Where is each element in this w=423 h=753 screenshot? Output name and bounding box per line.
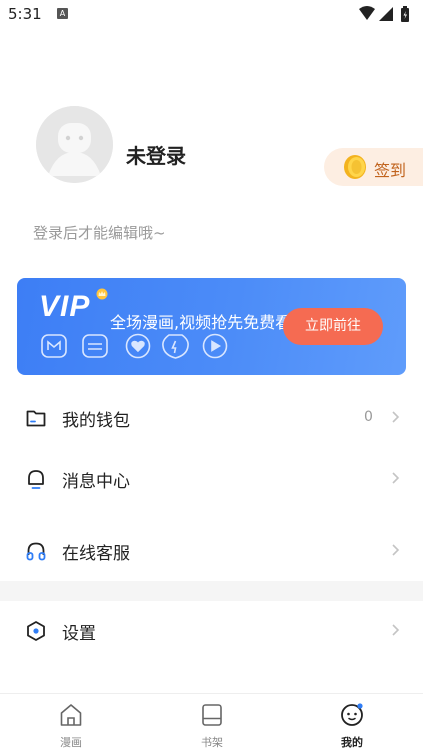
chevron-right-icon [392,624,400,636]
notification-badge: A [57,8,68,19]
vip-go-button[interactable]: 立即前往 [283,308,383,345]
wallet-icon [26,410,46,427]
bookshelf-icon [202,704,222,726]
menu-label: 消息中心 [62,472,130,492]
avatar[interactable] [36,106,113,183]
nav-tab-bookshelf[interactable]: 书架 [172,694,252,753]
headset-icon [26,542,46,561]
menu-label: 设置 [62,624,96,644]
ad-free-benefit-icon [82,334,108,358]
status-icons [359,6,409,22]
vip-logo: VIP [39,290,91,323]
menu-item-messages[interactable]: 消息中心 [0,453,423,505]
chevron-right-icon [392,411,400,423]
bottom-nav: 漫画 书架 我的 [0,693,423,753]
menu-item-support[interactable]: 在线客服 [0,525,423,577]
checkin-button[interactable]: 签到 [324,148,423,186]
vip-benefit-icons [41,333,228,359]
status-bar: 5:31 A [0,0,423,28]
nav-label: 我的 [341,736,363,749]
username[interactable]: 未登录 [126,140,186,169]
nav-tab-mine[interactable]: 我的 [312,694,392,753]
menu-label: 我的钱包 [62,411,130,431]
chevron-right-icon [392,472,400,484]
home-icon [60,704,82,726]
default-avatar-icon [36,106,113,183]
coin-icon [344,155,366,179]
heart-benefit-icon [125,333,151,359]
crown-icon [96,288,108,300]
nav-tab-comics[interactable]: 漫画 [31,694,111,753]
bell-icon [28,470,44,489]
badge-benefit-icon [162,334,189,359]
battery-icon [401,6,409,22]
menu-label: 在线客服 [62,544,130,564]
comic-benefit-icon [41,334,67,358]
menu-item-settings[interactable]: 设置 [0,605,423,657]
menu-item-wallet[interactable]: 我的钱包 0 [0,392,423,444]
wallet-balance: 0 [364,409,373,425]
checkin-label: 签到 [374,161,407,180]
wifi-icon [359,6,375,20]
status-time: 5:31 [8,5,42,23]
settings-icon [27,621,45,641]
nav-label: 书架 [201,736,223,749]
chevron-right-icon [392,544,400,556]
signal-icon [379,7,393,21]
nav-label: 漫画 [60,736,82,749]
section-divider [0,581,423,601]
profile-icon [341,703,363,726]
vip-promo-text: 全场漫画,视频抢先免费看 [110,313,292,332]
profile-bio[interactable]: 登录后才能编辑哦~ [33,222,166,243]
vip-banner[interactable]: VIP 全场漫画,视频抢先免费看 立即前往 [17,278,406,375]
play-benefit-icon [202,333,228,359]
